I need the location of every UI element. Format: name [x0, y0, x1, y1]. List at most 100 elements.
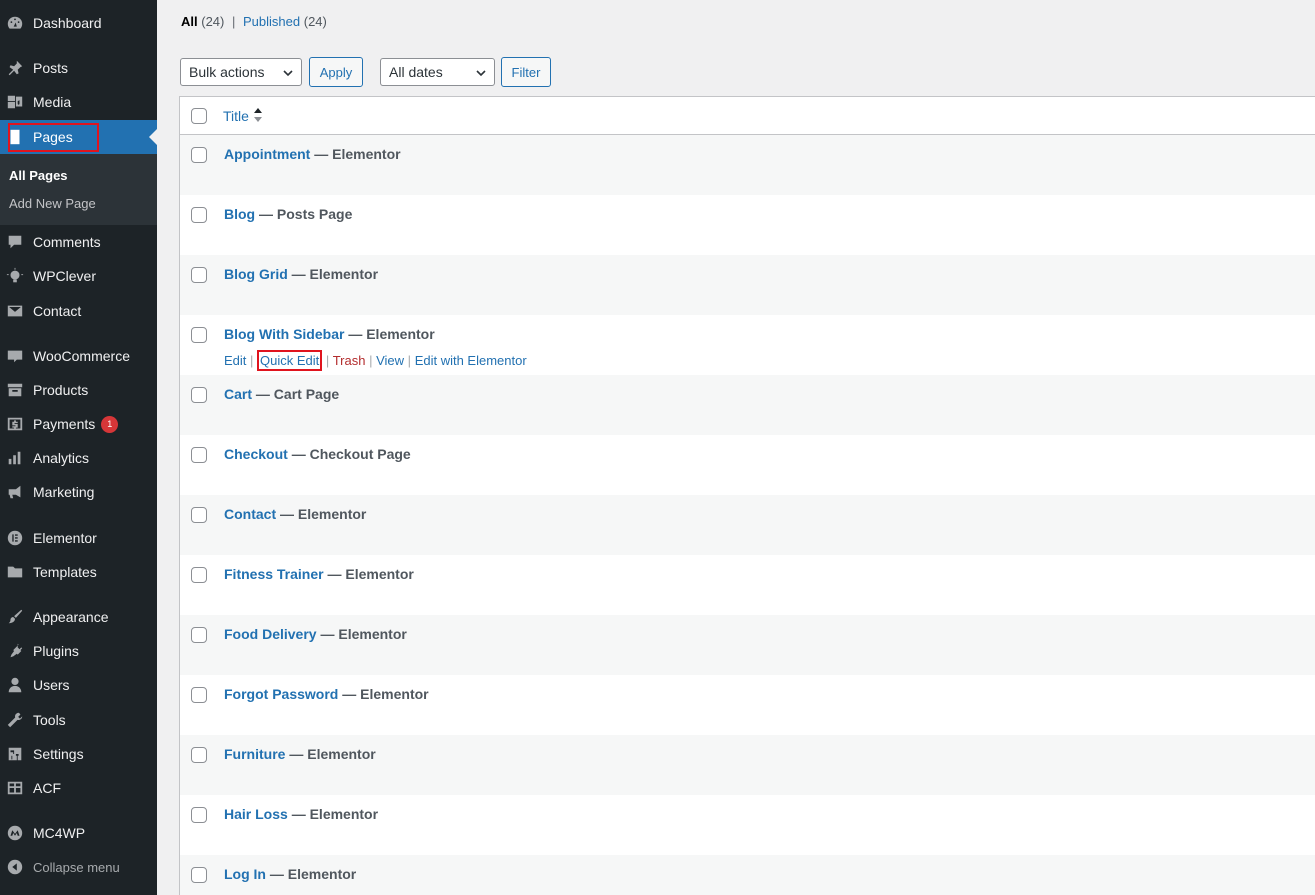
menu-label: Templates: [33, 564, 97, 580]
filter-all[interactable]: All (24): [181, 14, 224, 29]
table-body: Appointment — Elementor Blog — Posts Page…: [180, 135, 1315, 895]
menu-tools[interactable]: Tools: [0, 703, 157, 737]
menu-mc4wp[interactable]: MC4WP: [0, 816, 157, 850]
quick-edit-link[interactable]: Quick Edit: [260, 353, 319, 368]
page-title-link[interactable]: Log In: [224, 866, 266, 882]
menu-marketing[interactable]: Marketing: [0, 475, 157, 509]
archive-icon: [5, 380, 25, 400]
row-checkbox[interactable]: [191, 627, 207, 643]
pages-table: Title Appointment — Elementor Blog — Post…: [179, 96, 1315, 895]
row-checkbox[interactable]: [191, 807, 207, 823]
menu-users[interactable]: Users: [0, 668, 157, 702]
wrench-icon: [5, 710, 25, 730]
page-title-link[interactable]: Checkout: [224, 446, 288, 462]
menu-templates[interactable]: Templates: [0, 555, 157, 589]
view-link[interactable]: View: [376, 353, 404, 368]
menu-products[interactable]: Products: [0, 373, 157, 407]
menu-acf[interactable]: ACF: [0, 771, 157, 805]
pages-submenu: All Pages Add New Page: [0, 154, 157, 225]
menu-analytics[interactable]: Analytics: [0, 441, 157, 475]
title-column-header[interactable]: Title: [223, 108, 249, 124]
menu-plugins[interactable]: Plugins: [0, 634, 157, 668]
filter-all-label: All: [181, 14, 198, 29]
action-separator: |: [407, 353, 412, 368]
page-title-link[interactable]: Blog: [224, 206, 255, 222]
row-checkbox[interactable]: [191, 747, 207, 763]
row-checkbox[interactable]: [191, 327, 207, 343]
page-title-link[interactable]: Forgot Password: [224, 686, 338, 702]
edit-link[interactable]: Edit: [224, 353, 246, 368]
page-title-link[interactable]: Contact: [224, 506, 276, 522]
filter-button[interactable]: Filter: [501, 57, 551, 87]
highlight-box: [8, 123, 99, 152]
row-checkbox[interactable]: [191, 687, 207, 703]
menu-dashboard[interactable]: Dashboard: [0, 6, 157, 40]
row-checkbox[interactable]: [191, 207, 207, 223]
row-title: Hair Loss — Elementor: [224, 806, 378, 822]
menu-label: MC4WP: [33, 825, 86, 841]
plug-icon: [5, 641, 25, 661]
row-checkbox[interactable]: [191, 867, 207, 883]
menu-comments[interactable]: Comments: [0, 225, 157, 259]
apply-button[interactable]: Apply: [309, 57, 363, 87]
page-title-link[interactable]: Blog With Sidebar: [224, 326, 344, 342]
menu-label: Analytics: [33, 450, 90, 466]
filter-published[interactable]: Published (24): [243, 14, 327, 29]
menu-label: Plugins: [33, 643, 79, 659]
dollar-icon: [5, 414, 25, 434]
row-checkbox[interactable]: [191, 147, 207, 163]
page-state: — Elementor: [314, 146, 401, 162]
settings-icon: [5, 744, 25, 764]
page-title-link[interactable]: Cart: [224, 386, 252, 402]
menu-label: WPClever: [33, 268, 97, 284]
filter-published-count: (24): [303, 14, 327, 29]
page-title-link[interactable]: Hair Loss: [224, 806, 288, 822]
page-title-link[interactable]: Appointment: [224, 146, 310, 162]
row-checkbox[interactable]: [191, 567, 207, 583]
row-checkbox[interactable]: [191, 447, 207, 463]
row-title: Fitness Trainer — Elementor: [224, 566, 414, 582]
menu-settings[interactable]: Settings: [0, 737, 157, 771]
table-row: Food Delivery — Elementor: [180, 615, 1315, 675]
row-checkbox[interactable]: [191, 507, 207, 523]
menu-media[interactable]: Media: [0, 85, 157, 119]
menu-label: Marketing: [33, 484, 95, 500]
row-title: Checkout — Checkout Page: [224, 446, 411, 462]
menu-wpclever[interactable]: WPClever: [0, 259, 157, 293]
menu-label: Elementor: [33, 530, 97, 546]
filter-separator: |: [232, 14, 236, 29]
menu-label: Tools: [33, 712, 66, 728]
edit-with-elementor-link[interactable]: Edit with Elementor: [415, 353, 527, 368]
sort-icon[interactable]: [253, 107, 263, 123]
filter-all-count: (24): [201, 14, 225, 29]
page-state: — Elementor: [289, 746, 376, 762]
row-checkbox[interactable]: [191, 267, 207, 283]
table-row: Hair Loss — Elementor: [180, 795, 1315, 855]
menu-payments[interactable]: Payments 1: [0, 407, 157, 441]
page-state: — Elementor: [327, 566, 414, 582]
menu-elementor[interactable]: Elementor: [0, 521, 157, 555]
collapse-menu-button[interactable]: Collapse menu: [0, 850, 157, 884]
page-state: — Elementor: [320, 626, 407, 642]
page-title-link[interactable]: Blog Grid: [224, 266, 288, 282]
submenu-add-new-page[interactable]: Add New Page: [9, 196, 96, 211]
page-title-link[interactable]: Food Delivery: [224, 626, 317, 642]
select-all-checkbox[interactable]: [191, 108, 207, 124]
menu-label: Settings: [33, 746, 84, 762]
menu-woocommerce[interactable]: WooCommerce: [0, 339, 157, 373]
dates-select[interactable]: All dates: [380, 58, 495, 86]
bulk-actions-select[interactable]: Bulk actions: [180, 58, 302, 86]
table-row: Cart — Cart Page: [180, 375, 1315, 435]
page-title-link[interactable]: Furniture: [224, 746, 285, 762]
row-checkbox[interactable]: [191, 387, 207, 403]
main-content: All (24) | Published (24) Bulk actions A…: [157, 0, 1315, 895]
menu-label: Dashboard: [33, 15, 102, 31]
page-title-link[interactable]: Fitness Trainer: [224, 566, 324, 582]
menu-appearance[interactable]: Appearance: [0, 600, 157, 634]
trash-link[interactable]: Trash: [333, 353, 366, 368]
user-icon: [5, 675, 25, 695]
menu-contact[interactable]: Contact: [0, 294, 157, 328]
submenu-all-pages[interactable]: All Pages: [9, 168, 68, 183]
menu-pages[interactable]: Pages: [0, 120, 157, 154]
menu-posts[interactable]: Posts: [0, 51, 157, 85]
